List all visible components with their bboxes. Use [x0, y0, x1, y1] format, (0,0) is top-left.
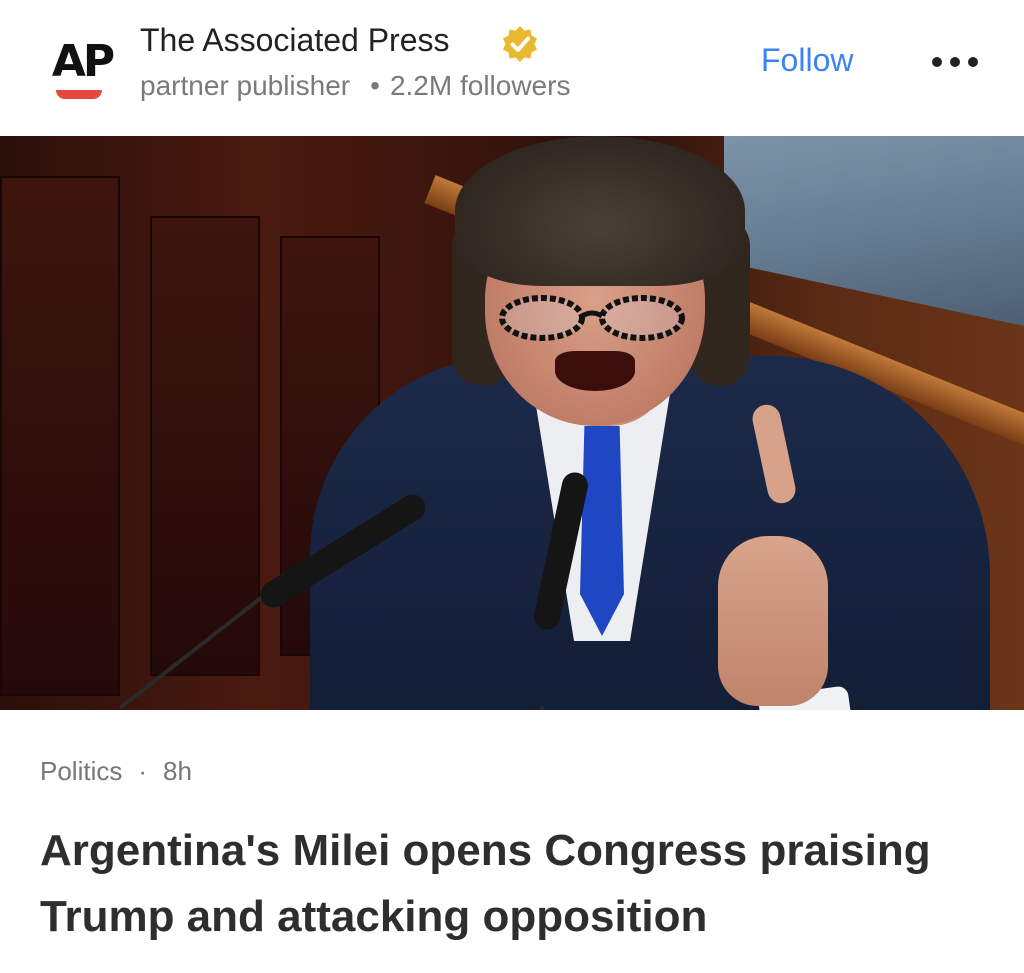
background-glass — [724, 136, 1024, 326]
follow-button[interactable]: Follow — [761, 42, 853, 79]
background-wood-panel — [150, 216, 260, 676]
speaker-glasses — [499, 295, 685, 341]
publisher-name[interactable]: The Associated Press — [140, 22, 449, 59]
meta-separator: • — [370, 70, 380, 101]
hero-image[interactable] — [0, 136, 1024, 710]
logo-underline — [56, 90, 102, 99]
meta-separator: · — [138, 756, 148, 786]
article-card: AP The Associated Press partner publishe… — [0, 0, 1024, 973]
speaker-hair — [455, 136, 745, 286]
speaker-hand — [718, 536, 828, 706]
article-meta: Politics · 8h — [40, 756, 192, 787]
publisher-meta: partner publisher • 2.2M followers — [140, 70, 570, 102]
article-age: 8h — [163, 756, 192, 786]
microphone-stand — [540, 706, 544, 710]
speaker-tie — [580, 426, 624, 636]
speaker-mouth — [555, 351, 635, 391]
publisher-type: partner publisher — [140, 70, 351, 101]
more-horizontal-icon[interactable] — [928, 50, 982, 74]
logo-text: AP — [51, 36, 115, 87]
background-wood-panel — [0, 176, 120, 696]
publisher-logo[interactable]: AP — [40, 26, 120, 106]
follower-count: 2.2M followers — [389, 70, 571, 101]
verified-badge-icon — [503, 26, 537, 62]
article-category[interactable]: Politics — [40, 756, 122, 786]
article-headline[interactable]: Argentina's Milei opens Congress praisin… — [40, 818, 1000, 950]
publisher-header: AP The Associated Press partner publishe… — [0, 0, 1024, 136]
